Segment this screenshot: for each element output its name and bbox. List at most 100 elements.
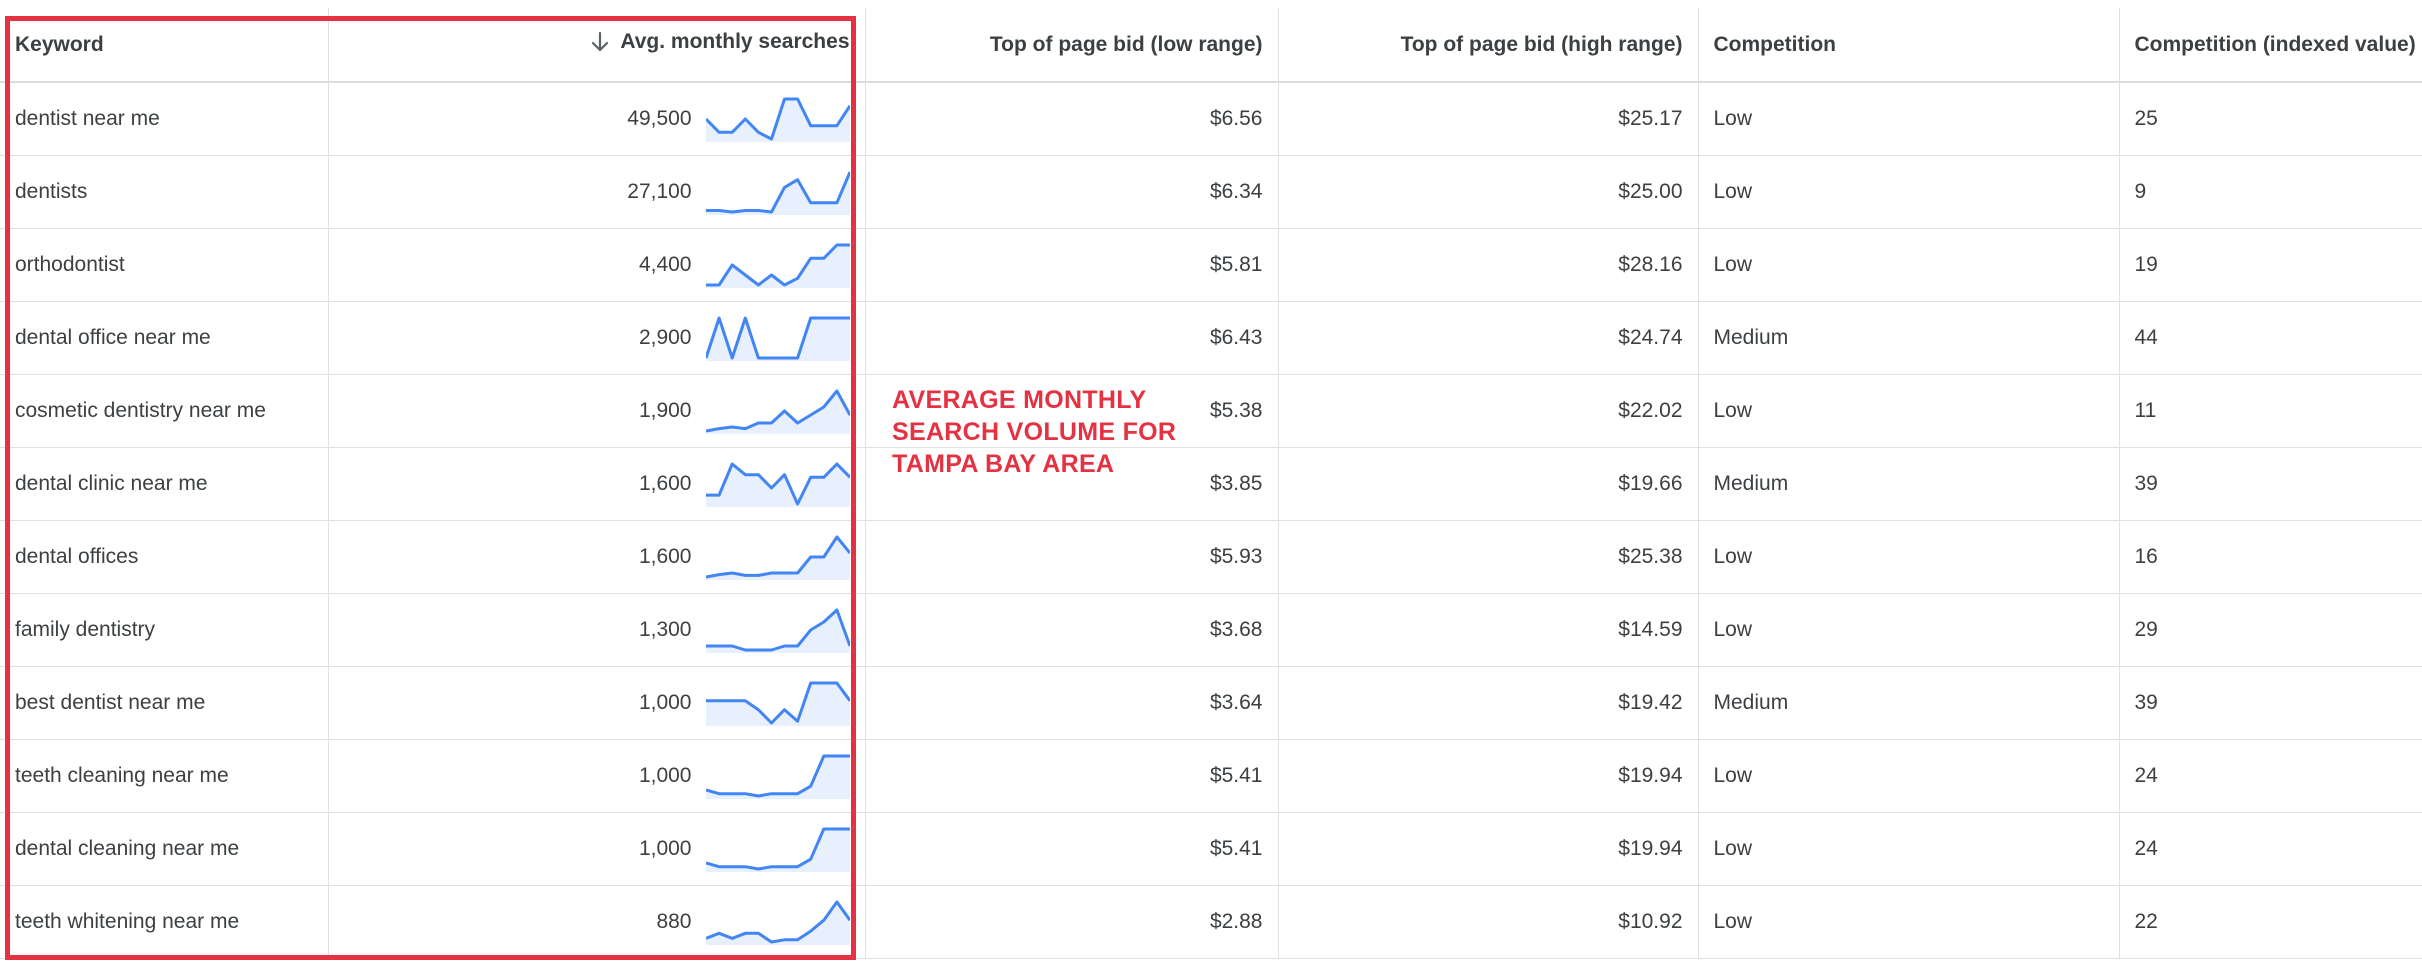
avg-monthly-searches-cell: 1,300 xyxy=(328,593,866,667)
bid-high-value: $19.66 xyxy=(1618,472,1683,495)
competition-index-cell: 44 xyxy=(2119,301,2422,375)
competition-index-cell: 11 xyxy=(2119,374,2422,448)
bid-high-header-label: Top of page bid (high range) xyxy=(1400,32,1683,56)
trend-sparkline[interactable] xyxy=(705,388,850,434)
trend-sparkline[interactable] xyxy=(705,534,850,580)
avg-monthly-searches-value: 4,400 xyxy=(638,253,692,276)
bid-high-value: $25.38 xyxy=(1618,545,1683,568)
table-row[interactable]: family dentistry 1,300 $3.68 $14.59 Low 29 xyxy=(0,593,2422,667)
table-row[interactable]: teeth cleaning near me 1,000 $5.41 $19.94 Lo… xyxy=(0,739,2422,813)
avg-monthly-searches-value: 1,600 xyxy=(638,545,692,568)
competition-index-cell: 39 xyxy=(2119,447,2422,521)
avg-monthly-searches-cell: 1,900 xyxy=(328,374,866,448)
table-row[interactable]: best dentist near me 1,000 $3.64 $19.42 Medi… xyxy=(0,666,2422,740)
trend-sparkline[interactable] xyxy=(705,96,850,142)
table-row[interactable]: teeth whitening near me 880 $2.88 $10.92 Low… xyxy=(0,885,2422,959)
competition-index-cell: 22 xyxy=(2119,885,2422,959)
table-row[interactable]: dentist near me 49,500 $6.56 $25.17 Low 25 xyxy=(0,82,2422,156)
bid-low-cell: $3.64 xyxy=(865,666,1279,740)
bid-low-column-header[interactable]: Top of page bid (low range) xyxy=(865,8,1279,83)
bid-low-header-label: Top of page bid (low range) xyxy=(989,32,1263,56)
bid-low-value: $6.34 xyxy=(1209,180,1263,203)
competition-index-column-header[interactable]: Competition (indexed value) xyxy=(2119,8,2422,83)
avg-monthly-searches-cell: 27,100 xyxy=(328,155,866,229)
avg-monthly-searches-cell: 2,900 xyxy=(328,301,866,375)
competition-value: Medium xyxy=(1713,691,1789,714)
avg-monthly-searches-value: 1,000 xyxy=(638,764,692,787)
competition-index-value: 16 xyxy=(2134,545,2158,568)
competition-value: Low xyxy=(1713,180,1753,203)
trend-sparkline[interactable] xyxy=(705,315,850,361)
keyword-header-label: Keyword xyxy=(15,32,104,56)
sparkline-area xyxy=(705,172,850,215)
competition-index-cell: 19 xyxy=(2119,228,2422,302)
keyword-cell: teeth whitening near me xyxy=(0,885,329,959)
trend-sparkline[interactable] xyxy=(705,607,850,653)
table-row[interactable]: orthodontist 4,400 $5.81 $28.16 Low 19 xyxy=(0,228,2422,302)
trend-sparkline[interactable] xyxy=(705,169,850,215)
trend-sparkline[interactable] xyxy=(705,461,850,507)
competition-index-cell: 24 xyxy=(2119,739,2422,813)
keyword-cell: family dentistry xyxy=(0,593,329,667)
bid-high-column-header[interactable]: Top of page bid (high range) xyxy=(1278,8,1699,83)
trend-sparkline[interactable] xyxy=(705,242,850,288)
avg-monthly-searches-column-header[interactable]: Avg. monthly searches xyxy=(328,8,866,83)
competition-index-header-label: Competition (indexed value) xyxy=(2134,32,2416,56)
annotation-line: AVERAGE MONTHLY xyxy=(892,386,1147,414)
keyword-cell: teeth cleaning near me xyxy=(0,739,329,813)
keyword-text: dental offices xyxy=(15,545,139,568)
competition-index-value: 24 xyxy=(2134,764,2158,787)
avg-monthly-searches-cell: 880 xyxy=(328,885,866,959)
bid-high-value: $14.59 xyxy=(1618,618,1683,641)
keyword-cell: dentists xyxy=(0,155,329,229)
competition-cell: Low xyxy=(1698,812,2120,886)
bid-low-cell: $5.41 xyxy=(865,812,1279,886)
bid-high-value: $19.94 xyxy=(1618,764,1683,787)
avg-monthly-searches-value: 1,600 xyxy=(638,472,692,495)
bid-high-cell: $28.16 xyxy=(1278,228,1699,302)
avg-monthly-searches-value: 49,500 xyxy=(627,107,692,130)
keyword-ideas-table: Keyword Avg. monthly searches Top of pag… xyxy=(0,8,2422,959)
table-row[interactable]: dental office near me 2,900 $6.43 $24.74 Med… xyxy=(0,301,2422,375)
competition-cell: Low xyxy=(1698,593,2120,667)
bid-low-value: $5.41 xyxy=(1209,837,1263,860)
bid-high-cell: $24.74 xyxy=(1278,301,1699,375)
trend-sparkline[interactable] xyxy=(705,899,850,945)
competition-index-value: 11 xyxy=(2134,399,2157,422)
annotation-text: AVERAGE MONTHLY SEARCH VOLUME FOR TAMPA … xyxy=(892,384,1232,480)
avg-monthly-searches-cell: 1,000 xyxy=(328,666,866,740)
table-row[interactable]: dental offices 1,600 $5.93 $25.38 Low 16 xyxy=(0,520,2422,594)
table-row[interactable]: dentists 27,100 $6.34 $25.00 Low 9 xyxy=(0,155,2422,229)
keyword-column-header[interactable]: Keyword xyxy=(0,8,329,83)
competition-cell: Low xyxy=(1698,82,2120,156)
competition-index-cell: 29 xyxy=(2119,593,2422,667)
competition-column-header[interactable]: Competition xyxy=(1698,8,2120,83)
bid-low-cell: $2.88 xyxy=(865,885,1279,959)
competition-index-cell: 9 xyxy=(2119,155,2422,229)
trend-sparkline[interactable] xyxy=(705,826,850,872)
avg-monthly-searches-value: 1,000 xyxy=(638,691,692,714)
keyword-cell: dentist near me xyxy=(0,82,329,156)
competition-header-label: Competition xyxy=(1713,32,1836,56)
bid-low-cell: $6.56 xyxy=(865,82,1279,156)
avg-monthly-searches-cell: 1,000 xyxy=(328,812,866,886)
keyword-text: orthodontist xyxy=(15,253,125,276)
bid-high-value: $22.02 xyxy=(1618,399,1683,422)
trend-sparkline[interactable] xyxy=(705,680,850,726)
keyword-cell: dental office near me xyxy=(0,301,329,375)
bid-high-value: $25.17 xyxy=(1618,107,1683,130)
competition-index-value: 29 xyxy=(2134,618,2158,641)
bid-high-cell: $19.94 xyxy=(1278,812,1699,886)
avg-monthly-searches-cell: 1,600 xyxy=(328,447,866,521)
annotation-line: SEARCH VOLUME FOR xyxy=(892,418,1177,446)
trend-sparkline[interactable] xyxy=(705,753,850,799)
bid-low-cell: $6.43 xyxy=(865,301,1279,375)
competition-value: Low xyxy=(1713,399,1753,422)
bid-low-value: $6.43 xyxy=(1209,326,1263,349)
keyword-cell: orthodontist xyxy=(0,228,329,302)
table-row[interactable]: dental cleaning near me 1,000 $5.41 $19.94 L… xyxy=(0,812,2422,886)
bid-high-value: $19.94 xyxy=(1618,837,1683,860)
avg-monthly-searches-cell: 1,000 xyxy=(328,739,866,813)
competition-index-value: 44 xyxy=(2134,326,2158,349)
avg-monthly-searches-value: 1,900 xyxy=(638,399,692,422)
